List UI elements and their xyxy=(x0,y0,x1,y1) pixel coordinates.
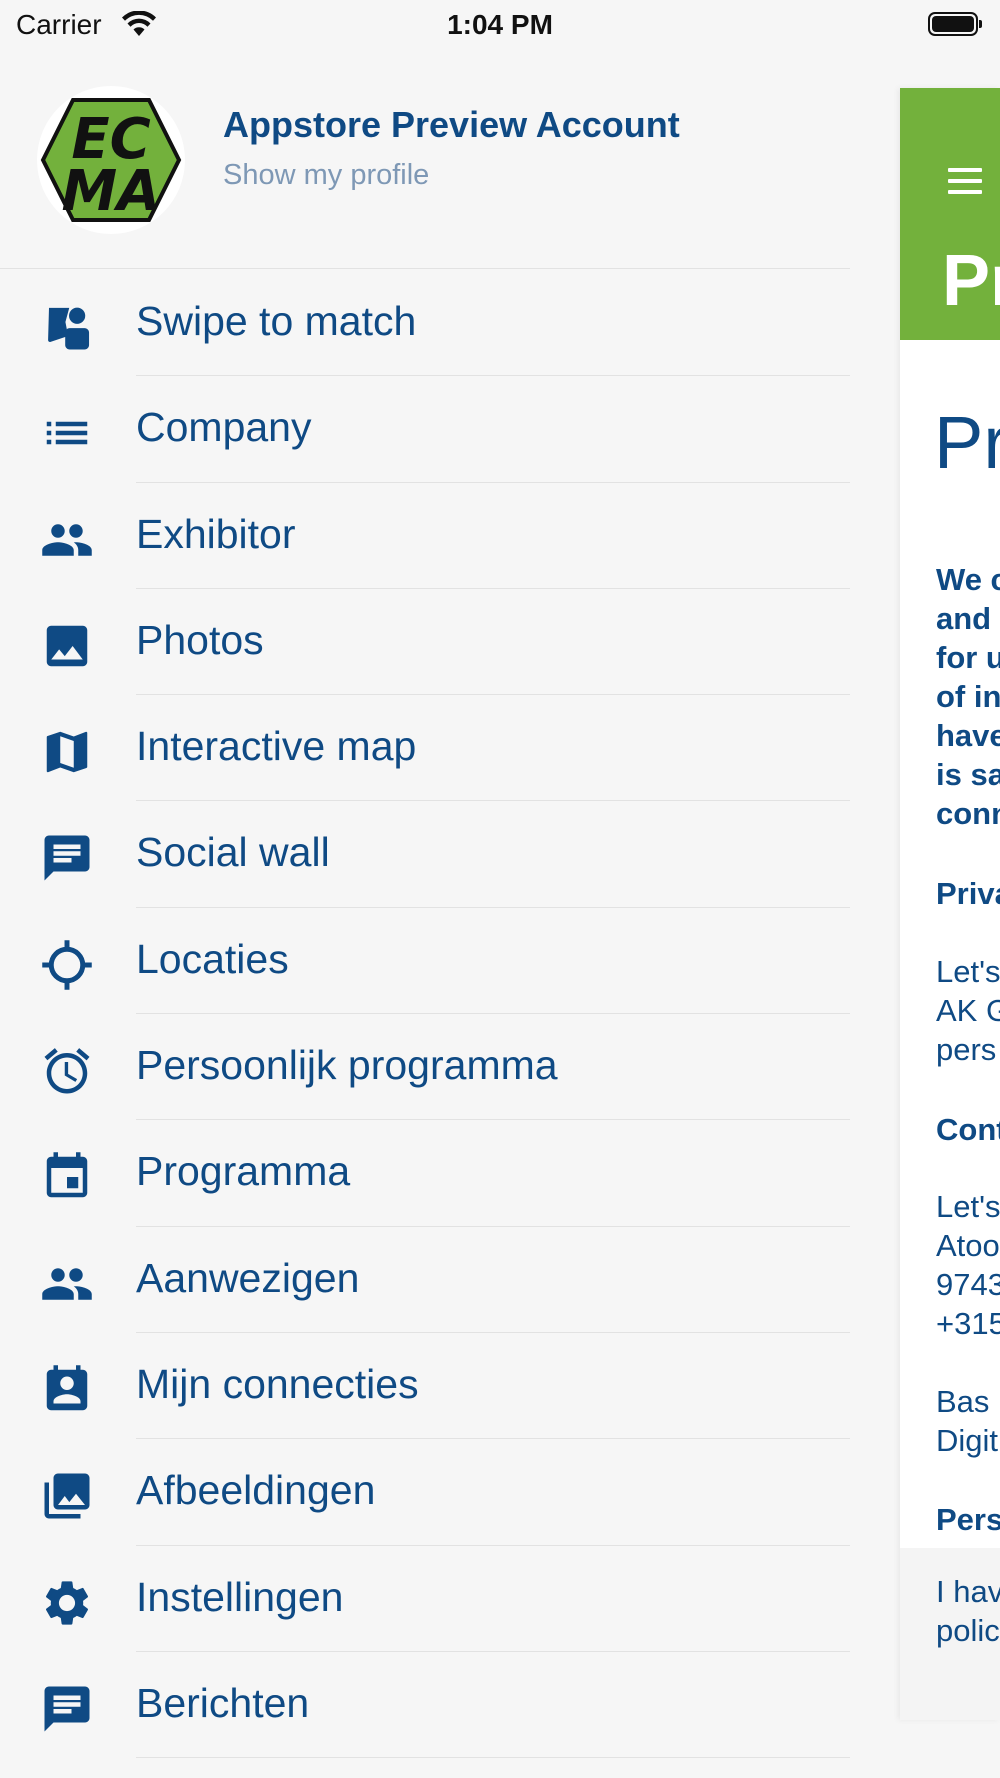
gear-icon xyxy=(40,1576,94,1630)
image-icon xyxy=(40,619,94,673)
logo-text-bottom: MA xyxy=(61,159,160,224)
list-icon xyxy=(40,406,94,460)
intro-text-line: and xyxy=(936,601,992,636)
menu-item-berichten[interactable]: Berichten xyxy=(0,1652,850,1759)
menu-item-exhibitor[interactable]: Exhibitor xyxy=(0,483,850,589)
body-text-line: Let's xyxy=(936,954,1000,989)
app-header: Pr xyxy=(900,88,1000,340)
message-icon xyxy=(40,831,94,885)
menu-item-label: Instellingen xyxy=(136,1573,344,1620)
status-bar: Carrier 1:04 PM xyxy=(0,0,1000,50)
profile-name[interactable]: Appstore Preview Account xyxy=(223,104,680,146)
body-text-line: Bas xyxy=(936,1384,990,1419)
alarm-clock-icon xyxy=(40,1044,94,1098)
body-text-line: Atoo xyxy=(936,1228,1000,1263)
body-text-line: pers xyxy=(936,1032,997,1067)
image-library-icon xyxy=(40,1469,94,1523)
intro-text-line: is sa xyxy=(936,757,1000,792)
ecma-logo: EC MA xyxy=(40,98,182,224)
side-menu: Swipe to match Company Exhibitor Photos … xyxy=(0,270,850,1759)
menu-item-label: Photos xyxy=(136,616,264,663)
menu-item-locaties[interactable]: Locaties xyxy=(0,908,850,1015)
menu-item-label: Mijn connecties xyxy=(136,1360,419,1407)
menu-item-label: Persoonlijk programma xyxy=(136,1042,558,1089)
header-title: Pr xyxy=(942,241,1000,321)
menu-item-label: Aanwezigen xyxy=(136,1254,360,1301)
menu-item-label: Social wall xyxy=(136,829,330,876)
consent-footer[interactable]: I hav polic xyxy=(900,1548,1000,1720)
body-text-line: AK G xyxy=(936,993,1000,1028)
menu-item-label: Interactive map xyxy=(136,723,417,770)
body-text-line: Digit xyxy=(936,1423,999,1458)
consent-text-line: polic xyxy=(936,1613,1000,1648)
menu-item-programma[interactable]: Programma xyxy=(0,1120,850,1227)
menu-item-instellingen[interactable]: Instellingen xyxy=(0,1546,850,1652)
calendar-icon xyxy=(40,1150,94,1204)
people-icon xyxy=(40,513,94,567)
page-title: Pr xyxy=(934,401,1000,484)
menu-item-social-wall[interactable]: Social wall xyxy=(0,801,850,908)
menu-item-photos[interactable]: Photos xyxy=(0,589,850,696)
intro-text-line: for u xyxy=(936,640,1000,675)
menu-item-label: Swipe to match xyxy=(136,298,417,344)
menu-item-company[interactable]: Company xyxy=(0,376,850,483)
hamburger-menu-icon[interactable] xyxy=(948,168,982,194)
avatar[interactable]: EC MA xyxy=(37,86,185,234)
crosshair-icon xyxy=(40,938,94,992)
clock: 1:04 PM xyxy=(447,9,553,40)
menu-item-aanwezigen[interactable]: Aanwezigen xyxy=(0,1227,850,1333)
menu-item-label: Programma xyxy=(136,1148,351,1195)
contact-card-icon xyxy=(40,1363,94,1417)
swipe-icon xyxy=(40,300,94,354)
divider xyxy=(136,1757,850,1759)
body-text-line: Let's xyxy=(936,1189,1000,1224)
menu-item-persoonlijk-programma[interactable]: Persoonlijk programma xyxy=(0,1014,850,1121)
consent-text-line: I hav xyxy=(936,1574,1000,1609)
intro-text-line: of in xyxy=(936,679,1000,714)
battery-icon xyxy=(928,12,982,36)
section-title: Pers xyxy=(936,1502,1000,1537)
section-title: Priva xyxy=(936,876,1000,911)
map-icon xyxy=(40,725,94,779)
body-text-line: +315 xyxy=(936,1306,1000,1341)
menu-item-label: Company xyxy=(136,404,312,451)
menu-item-afbeeldingen[interactable]: Afbeeldingen xyxy=(0,1439,850,1546)
menu-item-mijn-connecties[interactable]: Mijn connecties xyxy=(0,1333,850,1440)
intro-text-line: have xyxy=(936,718,1000,753)
section-title: Cont xyxy=(936,1112,1000,1147)
menu-item-label: Exhibitor xyxy=(136,510,296,557)
menu-item-label: Locaties xyxy=(136,935,289,982)
intro-text-line: conn xyxy=(936,796,1000,831)
intro-text-line: We c xyxy=(936,562,1000,597)
divider xyxy=(0,268,850,269)
show-profile-link[interactable]: Show my profile xyxy=(223,159,429,192)
menu-item-interactive-map[interactable]: Interactive map xyxy=(0,695,850,802)
profile-header[interactable]: EC MA Appstore Preview Account Show my p… xyxy=(0,82,850,269)
menu-item-label: Berichten xyxy=(136,1679,310,1726)
main-content-peek[interactable]: Pr Pr We c and for u of in have is sa co… xyxy=(900,88,1000,1720)
message-icon xyxy=(40,1682,94,1736)
body-text-line: 9743 xyxy=(936,1267,1000,1302)
menu-item-swipe-to-match[interactable]: Swipe to match xyxy=(0,270,850,377)
people-icon xyxy=(40,1257,94,1311)
menu-item-label: Afbeeldingen xyxy=(136,1467,376,1514)
